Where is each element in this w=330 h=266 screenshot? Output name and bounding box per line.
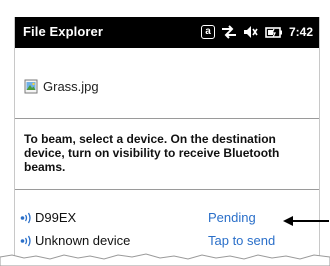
bluetooth-signal-icon (20, 235, 31, 247)
battery-charging-icon[interactable] (265, 26, 283, 39)
device-row-unknown[interactable]: Unknown device Tap to send (18, 232, 314, 250)
status-icons: a 7:42 (200, 23, 313, 41)
file-item[interactable]: Grass.jpg (24, 79, 99, 94)
file-name: Grass.jpg (43, 79, 99, 94)
device-name: Unknown device (35, 233, 131, 248)
clock: 7:42 (288, 25, 313, 39)
device-frame: File Explorer a 7:42 Grass.jpg To beam, … (0, 0, 330, 266)
torn-edge (0, 253, 330, 266)
connectivity-arrows-icon[interactable] (221, 25, 237, 39)
beam-instructions: To beam, select a device. On the destina… (24, 132, 280, 174)
divider (15, 118, 319, 119)
a-icon: a (200, 25, 215, 39)
device-row-d99ex[interactable]: D99EX Pending (18, 209, 314, 227)
title-bar: File Explorer a 7:42 (15, 17, 319, 48)
bluetooth-signal-icon (20, 212, 31, 224)
device-name: D99EX (35, 210, 77, 225)
callout-arrow-icon (283, 216, 329, 226)
speaker-icon[interactable] (243, 25, 259, 39)
device-status[interactable]: Tap to send (208, 233, 275, 248)
window-title: File Explorer (23, 24, 104, 39)
image-file-icon (24, 79, 38, 94)
device-status[interactable]: Pending (208, 210, 256, 225)
divider (15, 189, 319, 190)
screen: File Explorer a 7:42 Grass.jpg To beam, … (14, 17, 320, 266)
